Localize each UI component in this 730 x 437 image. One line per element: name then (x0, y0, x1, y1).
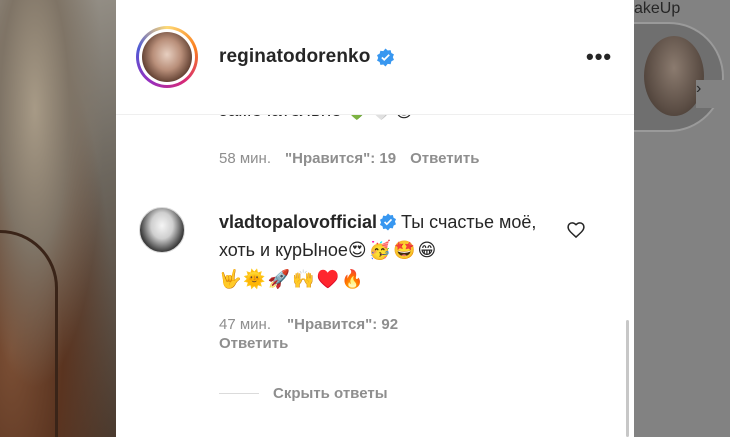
reply-comment-meta: 47 мин. "Нравится": 92 Ответить (219, 315, 479, 353)
reply-time[interactable]: 47 мин. (219, 315, 271, 334)
previous-comment-likes[interactable]: "Нравится": 19 (285, 150, 396, 167)
hide-replies-button[interactable]: Скрыть ответы (219, 385, 388, 402)
post-author-username[interactable]: reginatodorenko (219, 46, 370, 68)
background-tile (640, 340, 730, 437)
reply-emojis-line2: 🤟🌞🚀🙌♥️🔥 (219, 269, 366, 290)
previous-comment-reply-button[interactable]: Ответить (410, 150, 479, 167)
background-story-highlight (634, 22, 724, 132)
avatar[interactable] (136, 26, 198, 88)
previous-comment-meta: 58 мин. "Нравится": 19 Ответить (219, 150, 479, 167)
reply-comment-body: vladtopalovofficial Ты счастье моё, хоть … (219, 208, 539, 294)
heart-outline-icon[interactable] (566, 220, 586, 240)
reply-likes[interactable]: "Нравится": 92 (287, 315, 398, 334)
more-options-icon[interactable]: ••• (586, 46, 612, 68)
reply-button[interactable]: Ответить (219, 335, 288, 352)
post-header: reginatodorenko ••• (116, 0, 634, 115)
reply-emojis-line1: 😍🥳🤩😁 (347, 240, 439, 261)
divider (219, 393, 259, 394)
post-author: reginatodorenko (219, 46, 395, 68)
avatar[interactable] (139, 207, 185, 253)
verified-badge-icon (380, 213, 397, 231)
background-post-photo (0, 0, 116, 437)
background-highlight-caption: akeUp (634, 0, 681, 17)
reply-username[interactable]: vladtopalovofficial (219, 212, 377, 232)
chevron-right-icon[interactable]: › (696, 80, 724, 108)
scrollbar[interactable] (626, 320, 629, 437)
previous-comment-time[interactable]: 58 мин. (219, 150, 271, 167)
verified-badge-icon (377, 47, 395, 67)
post-comments-panel: замечательно 💚🤍😍 58 мин. "Нравится": 19 … (116, 0, 634, 437)
hide-replies-label: Скрыть ответы (273, 385, 388, 402)
